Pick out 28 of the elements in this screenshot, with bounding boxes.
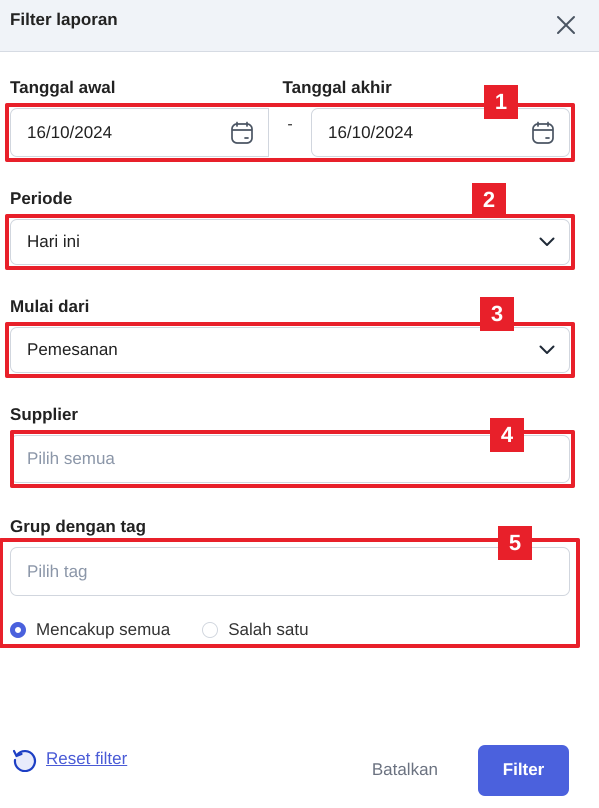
field-label: Periode [10,189,72,209]
radio-button[interactable] [10,622,26,638]
reset-link[interactable]: Reset filter [46,749,128,769]
calendar-icon [230,120,254,144]
annotation-number: 2 [472,183,506,217]
select-field[interactable]: Hari ini [10,219,570,265]
annotation-number: 1 [484,85,518,119]
field-label: Supplier [10,405,78,425]
date-field[interactable]: 16/10/2024 [10,108,269,157]
field-label: Mulai dari [10,297,90,317]
range-separator: - [286,116,294,134]
chevron-down-icon [539,345,555,355]
date-field[interactable]: 16/10/2024 [311,108,570,157]
cancel-button[interactable]: Batalkan [372,760,438,780]
radio-label: Mencakup semua [36,620,170,640]
field-label: Grup dengan tag [10,517,146,537]
annotation-number: 4 [490,418,524,452]
select-field[interactable]: Pemesanan [10,327,570,373]
radio-label: Salah satu [228,620,309,640]
chevron-down-icon [539,237,555,247]
filter-button[interactable]: Filter [478,744,569,796]
dialog-title: Filter laporan [10,10,118,30]
field-label: Tanggal akhir [282,78,392,98]
annotation-number: 3 [480,297,514,331]
field-label: Tanggal awal [10,78,116,98]
annotation-number: 5 [498,526,532,560]
close-icon[interactable] [555,14,577,36]
calendar-icon [531,120,555,144]
